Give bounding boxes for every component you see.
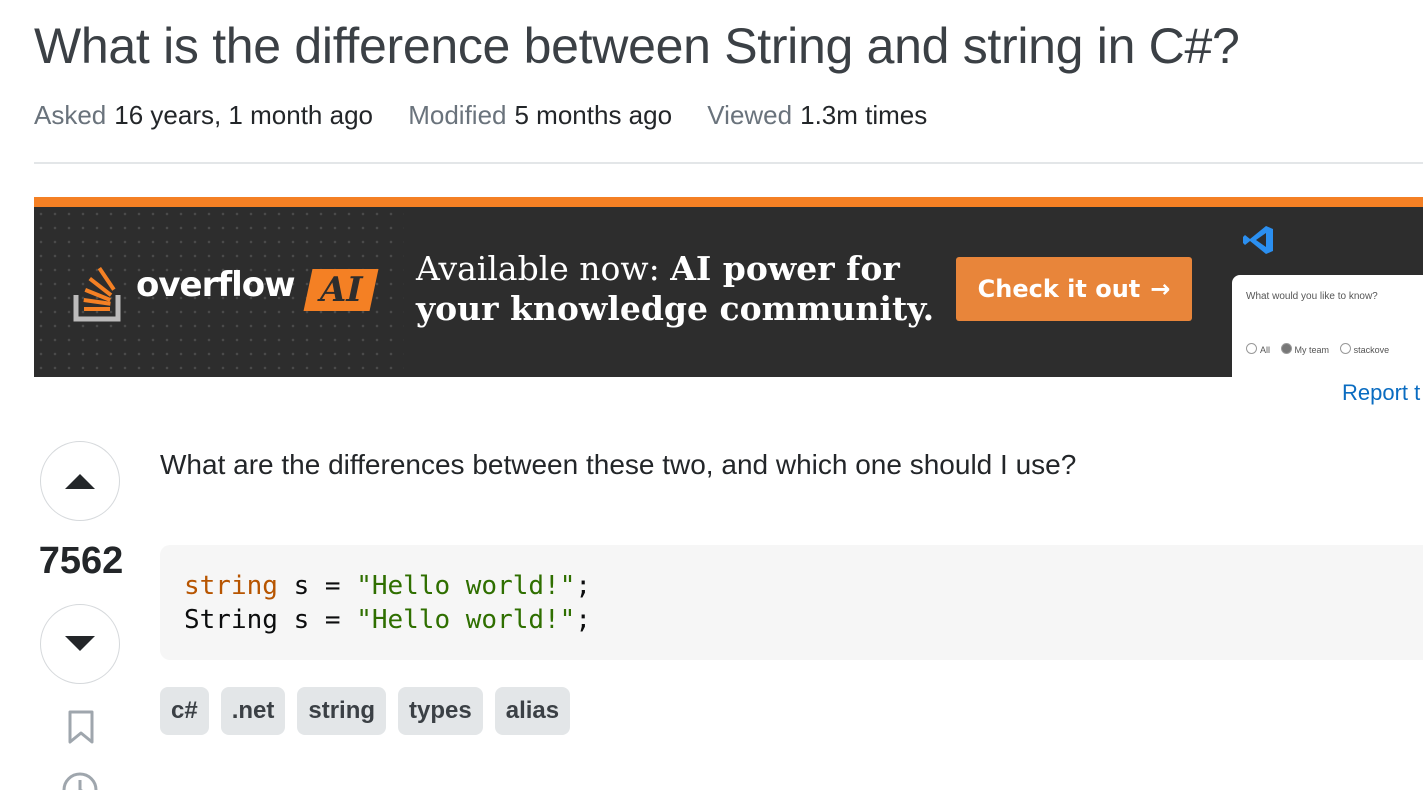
ad-card-question: What would you like to know? [1246, 291, 1378, 302]
history-icon[interactable] [60, 770, 100, 790]
code-terminator: ; [575, 605, 591, 635]
question-body-text: What are the differences between these t… [160, 449, 1077, 480]
ad-brand-ai: AI [303, 269, 379, 311]
tag-types[interactable]: types [398, 687, 483, 735]
arrow-right-icon: → [1150, 275, 1171, 303]
overflow-ai-logo: overflow AI [72, 255, 382, 325]
code-string: "Hello world!" [356, 605, 576, 635]
meta-modified: Modified 5 months ago [408, 98, 672, 132]
ad-check-it-out-button[interactable]: Check it out → [956, 257, 1192, 321]
code-string: "Hello world!" [356, 571, 576, 601]
header-divider [34, 162, 1423, 164]
tag-list: c# .net string types alias [160, 687, 571, 735]
ad-brand-word: overflow [136, 265, 296, 305]
stack-overflow-icon [73, 267, 121, 322]
triangle-down-icon [65, 636, 95, 651]
ad-headline-line2: your knowledge community. [416, 289, 935, 328]
ad-headline-line1: Available now: AI power for [416, 249, 934, 289]
ad-banner[interactable]: overflow AI Available now: AI power for … [34, 197, 1423, 377]
code-block[interactable]: string s = "Hello world!"; String s = "He… [160, 545, 1423, 660]
meta-modified-value[interactable]: 5 months ago [515, 100, 673, 130]
ad-card-option-stackoverflow: stackove [1340, 345, 1390, 355]
ad-headline-bold: AI power for [670, 249, 900, 288]
meta-asked-value[interactable]: 16 years, 1 month ago [114, 100, 373, 130]
ad-cta-label: Check it out [977, 275, 1141, 303]
ad-card-option-all: All [1246, 345, 1270, 355]
vscode-icon [1243, 226, 1273, 254]
tag-csharp[interactable]: c# [160, 687, 209, 735]
upvote-button[interactable] [40, 441, 120, 521]
question-title[interactable]: What is the difference between String an… [34, 14, 1240, 78]
meta-asked-label: Asked [34, 100, 107, 130]
ad-headline-plain: Available now: [416, 249, 671, 288]
vote-count: 7562 [38, 540, 124, 582]
code-line-2: String s = "Hello world!"; [184, 603, 1416, 637]
triangle-up-icon [65, 474, 95, 489]
meta-viewed-label: Viewed [707, 100, 793, 130]
question-page: What is the difference between String an… [0, 0, 1423, 790]
tag-string[interactable]: string [297, 687, 387, 735]
meta-asked: Asked 16 years, 1 month ago [34, 98, 373, 132]
meta-viewed: Viewed 1.3m times [707, 98, 927, 132]
ad-headline: Available now: AI power for your knowled… [416, 249, 934, 329]
report-ad-link[interactable]: Report t [1342, 380, 1420, 406]
code-text: String s = [184, 605, 357, 635]
bookmark-icon[interactable] [66, 710, 96, 744]
ad-card-options: All My team stackove [1246, 343, 1397, 355]
tag-alias[interactable]: alias [494, 687, 571, 735]
code-text: s = [277, 571, 357, 601]
ad-accent-stripe [34, 197, 1423, 207]
downvote-button[interactable] [40, 604, 120, 684]
meta-modified-label: Modified [408, 100, 507, 130]
code-line-1: string s = "Hello world!"; [184, 569, 1416, 603]
ad-card-option-my-team: My team [1281, 345, 1330, 355]
code-keyword: string [184, 571, 278, 601]
tag-dotnet[interactable]: .net [220, 687, 286, 735]
meta-viewed-value: 1.3m times [800, 100, 928, 130]
question-meta: Asked 16 years, 1 month ago Modified 5 mon… [34, 98, 955, 132]
ad-preview-card: What would you like to know? All My team… [1232, 275, 1423, 377]
code-terminator: ; [575, 571, 592, 601]
